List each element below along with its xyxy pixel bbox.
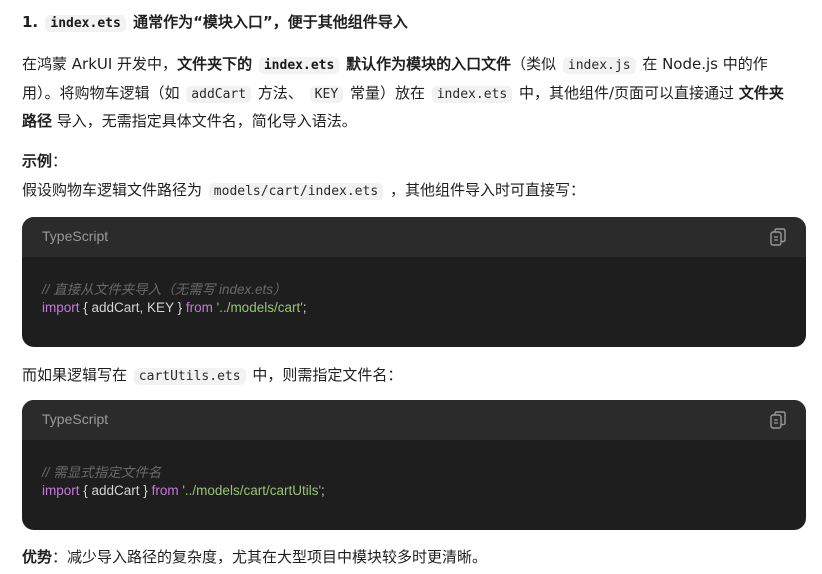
code-block-2: TypeScript // 需显式指定文件名 import { addCart … bbox=[22, 400, 806, 530]
inline-code: index.ets bbox=[258, 57, 340, 74]
text: 在 Node.js 中的作 bbox=[642, 55, 768, 73]
text: ： bbox=[52, 152, 68, 170]
advantage-line: 优势：减少导入路径的复杂度，尤其在大型项目中模块较多时更清晰。 bbox=[22, 547, 487, 567]
text: 在鸿蒙 ArkUI 开发中， bbox=[22, 55, 178, 73]
code-string: '../models/cart' bbox=[216, 300, 303, 315]
section-heading: 1. index.ets 通常作为“模块入口”，便于其他组件导入 bbox=[22, 12, 408, 34]
code-keyword: import bbox=[42, 483, 80, 498]
inline-code: addCart bbox=[186, 86, 252, 103]
code-header: TypeScript bbox=[22, 217, 806, 257]
code-keyword: from bbox=[151, 483, 179, 498]
text: 方法、 bbox=[257, 84, 303, 102]
inline-code: index.js bbox=[562, 57, 636, 74]
bold-text: 文件夹下的 bbox=[177, 55, 253, 73]
middle-line: 而如果逻辑写在 cartUtils.ets 中，则需指定文件名： bbox=[22, 365, 402, 387]
code-language-label: TypeScript bbox=[42, 411, 109, 427]
inline-code: cartUtils.ets bbox=[133, 368, 246, 385]
text: ：减少导入路径的复杂度，尤其在大型项目中模块较多时更清晰。 bbox=[52, 548, 488, 566]
text: 而如果逻辑写在 bbox=[22, 366, 128, 384]
text: ，其他组件导入时可直接写： bbox=[389, 181, 585, 199]
inline-code: KEY bbox=[309, 86, 344, 103]
paragraph-line-3: 路径 导入，无需指定具体文件名，简化导入语法。 bbox=[22, 111, 357, 131]
bold-text: 示例 bbox=[22, 152, 53, 170]
code-line: import { addCart, KEY } from '../models/… bbox=[42, 300, 307, 315]
heading-code: index.ets bbox=[45, 15, 126, 32]
text: 用）。将购物车逻辑（如 bbox=[22, 84, 180, 102]
code-keyword: from bbox=[185, 300, 213, 315]
inline-code: index.ets bbox=[431, 86, 513, 103]
paragraph-line-1: 在鸿蒙 ArkUI 开发中，文件夹下的 index.ets 默认作为模块的入口文… bbox=[22, 54, 768, 76]
code-line: import { addCart } from '../models/cart/… bbox=[42, 483, 325, 498]
code-language-label: TypeScript bbox=[42, 228, 109, 244]
text: 常量）放在 bbox=[349, 84, 425, 102]
code-text: ; bbox=[302, 300, 307, 315]
text: 中，其他组件/页面可以直接通过 bbox=[518, 84, 735, 102]
code-text: ; bbox=[321, 483, 325, 498]
text: 假设购物车逻辑文件路径为 bbox=[22, 181, 203, 199]
heading-text: 通常作为“模块入口”，便于其他组件导入 bbox=[133, 13, 408, 31]
code-comment: // 需显式指定文件名 bbox=[42, 465, 162, 480]
bold-text: 优势 bbox=[22, 548, 53, 566]
inline-code: models/cart/index.ets bbox=[208, 183, 384, 200]
code-comment: // 直接从文件夹导入（无需写 index.ets） bbox=[42, 282, 287, 297]
code-text: { addCart } bbox=[79, 483, 152, 498]
copy-icon[interactable] bbox=[770, 411, 786, 429]
bold-text: 默认作为模块的入口文件 bbox=[346, 55, 512, 73]
copy-icon[interactable] bbox=[770, 228, 786, 246]
example-label: 示例： bbox=[22, 151, 67, 171]
code-block-1: TypeScript // 直接从文件夹导入（无需写 index.ets） im… bbox=[22, 217, 806, 347]
heading-number: 1. bbox=[22, 13, 39, 31]
bold-text: 路径 bbox=[22, 112, 53, 130]
code-header: TypeScript bbox=[22, 400, 806, 440]
code-string: '../models/cart/cartUtils' bbox=[182, 483, 322, 498]
code-keyword: import bbox=[42, 300, 80, 315]
code-text: { addCart, KEY } bbox=[79, 300, 186, 315]
text: 导入，无需指定具体文件名，简化导入语法。 bbox=[56, 112, 357, 130]
paragraph-line-2: 用）。将购物车逻辑（如 addCart 方法、 KEY 常量）放在 index.… bbox=[22, 83, 784, 105]
code-body: // 需显式指定文件名 import { addCart } from '../… bbox=[22, 440, 806, 530]
code-body: // 直接从文件夹导入（无需写 index.ets） import { addC… bbox=[22, 257, 806, 347]
text: （类似 bbox=[511, 55, 557, 73]
text: 中，则需指定文件名： bbox=[252, 366, 403, 384]
bold-text: 文件夹 bbox=[738, 84, 784, 102]
example-line: 假设购物车逻辑文件路径为 models/cart/index.ets ，其他组件… bbox=[22, 180, 585, 202]
